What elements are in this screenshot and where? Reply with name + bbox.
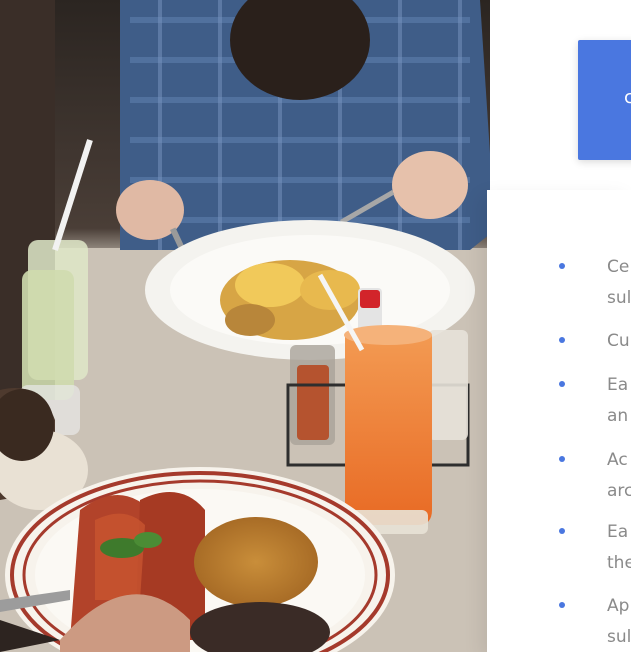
list-item: Cu xyxy=(487,326,631,370)
list-item: Ce sul xyxy=(487,252,631,326)
bullet-icon xyxy=(559,528,565,534)
bullet-icon xyxy=(559,456,565,462)
list-item-line: Ea xyxy=(607,522,629,542)
list-item-line: Cu xyxy=(607,331,630,351)
list-item-line: Ac xyxy=(607,450,628,470)
list-item: Ap sul xyxy=(487,591,631,652)
list-item-line: an xyxy=(607,406,629,426)
list-item: Ea an xyxy=(487,370,631,445)
bullet-icon xyxy=(559,263,565,269)
bullet-icon xyxy=(559,381,565,387)
list-item-line: Ea xyxy=(607,375,629,395)
list-item: Ea the xyxy=(487,517,631,591)
list-item-line: the xyxy=(607,553,631,573)
callout-card: c xyxy=(578,40,631,160)
list-item-line: arc xyxy=(607,481,631,501)
hero-photo xyxy=(0,0,490,652)
list-item-line: Ce xyxy=(607,257,630,277)
bullet-icon xyxy=(559,337,565,343)
content-panel: Ce sul Cu Ea an Ac arc Ea the Ap sul xyxy=(487,190,631,652)
bullet-list: Ce sul Cu Ea an Ac arc Ea the Ap sul xyxy=(487,252,631,652)
list-item-line: Ap xyxy=(607,596,630,616)
list-item-line: sul xyxy=(607,627,631,647)
hero-illustration xyxy=(0,0,490,652)
bullet-icon xyxy=(559,602,565,608)
callout-card-text: c xyxy=(624,88,631,108)
list-item: Ac arc xyxy=(487,445,631,517)
list-item-line: sul xyxy=(607,288,631,308)
page: c Ce sul Cu Ea an Ac arc Ea the Ap sul xyxy=(0,0,631,652)
